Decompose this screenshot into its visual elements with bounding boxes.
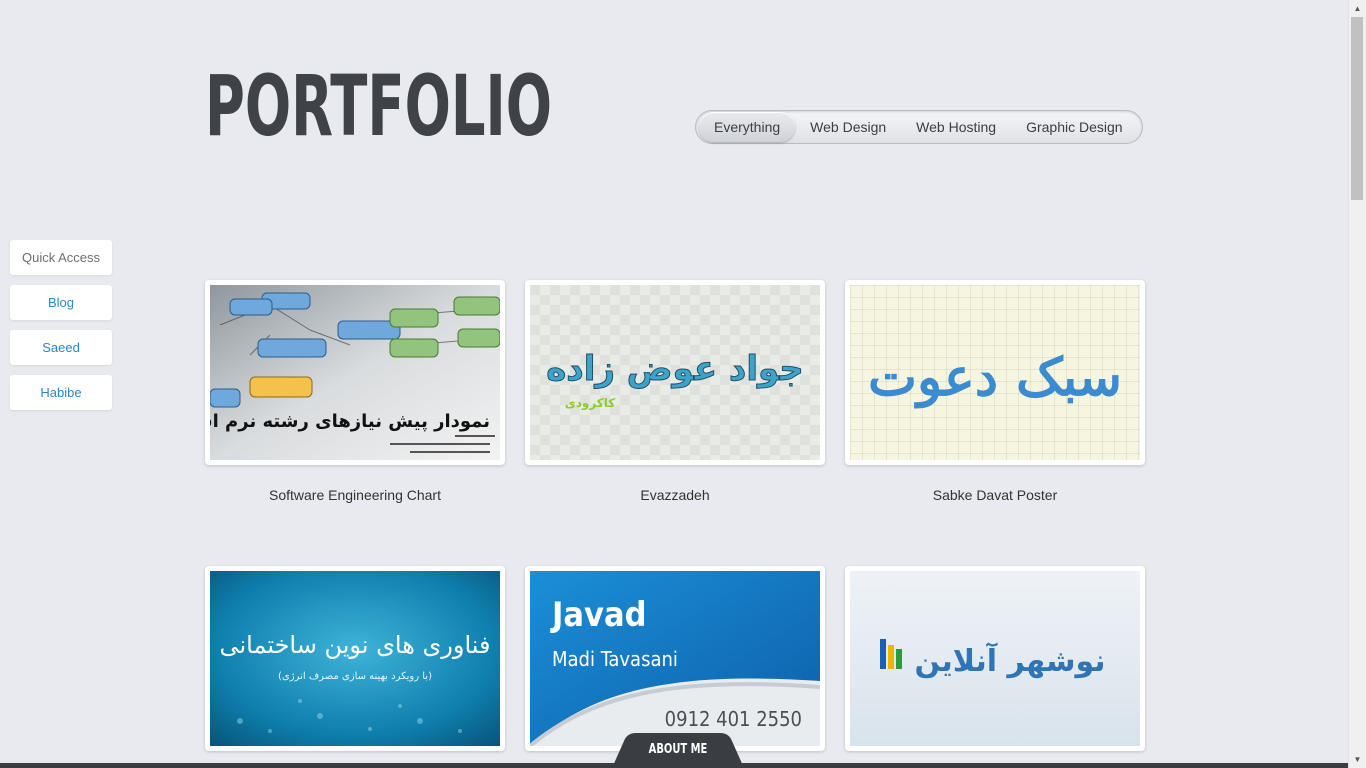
page-title: PORTFOLIO	[205, 57, 552, 155]
portfolio-caption: Sabke Davat Poster	[932, 487, 1058, 503]
portfolio-card-business-card[interactable]: Javad Madi Tavasani 0912 401 2550	[525, 566, 825, 751]
thumbnail-subtext: Madi Tavasani	[552, 647, 678, 671]
vertical-scrollbar[interactable]: ▲ ▼	[1348, 0, 1366, 768]
filter-graphic-design[interactable]: Graphic Design	[1011, 112, 1138, 142]
quick-access-header: Quick Access	[10, 240, 112, 275]
portfolio-thumbnail: جواد عوض زاده کاکرودی	[530, 285, 820, 460]
thumbnail-phone: 0912 401 2550	[665, 707, 802, 731]
portfolio-caption: Software Engineering Chart	[269, 487, 441, 503]
scroll-down-arrow-icon[interactable]: ▼	[1349, 751, 1366, 768]
nav-link-blog[interactable]: Blog	[10, 285, 112, 320]
filter-web-design[interactable]: Web Design	[795, 112, 901, 142]
thumbnail-subtext: (با رویکرد بهینه سازی مصرف انرژی)	[278, 671, 432, 682]
portfolio-card-software-engineering-chart[interactable]: نمودار پیش نیازهای رشته نرم افزار	[205, 280, 505, 465]
about-me-button[interactable]: ABOUT ME	[622, 740, 734, 760]
portfolio-caption: Evazzadeh	[640, 487, 710, 503]
thumbnail-text: Javad	[550, 595, 646, 635]
thumbnail-text: نوشهر آنلاین	[914, 642, 1105, 679]
filter-web-hosting[interactable]: Web Hosting	[901, 112, 1011, 142]
nav-link-saeed[interactable]: Saeed	[10, 330, 112, 365]
nav-link-habibe[interactable]: Habibe	[10, 375, 112, 410]
thumbnail-text: سبک دعوت	[868, 347, 1122, 409]
portfolio-card-sabke-davat-poster[interactable]: سبک دعوت	[845, 280, 1145, 465]
portfolio-card-nowshahr-online[interactable]: نوشهر آنلاین	[845, 566, 1145, 751]
thumbnail-subtext: کاکرودی	[565, 396, 616, 411]
portfolio-card-evazzadeh[interactable]: جواد عوض زاده کاکرودی	[525, 280, 825, 465]
thumbnail-text: جواد عوض زاده	[546, 349, 804, 389]
thumbnail-text: نمودار پیش نیازهای رشته نرم افزار	[210, 411, 490, 432]
quick-access-nav: Quick Access Blog Saeed Habibe	[10, 240, 112, 420]
portfolio-thumbnail: فناوری های نوین ساختمانی (با رویکرد بهین…	[210, 571, 500, 746]
filter-everything[interactable]: Everything	[699, 112, 796, 142]
portfolio-thumbnail: نوشهر آنلاین	[850, 571, 1140, 746]
scroll-thumb[interactable]	[1351, 17, 1363, 200]
filter-bar: Everything Web Design Web Hosting Graphi…	[695, 110, 1143, 144]
portfolio-thumbnail: Javad Madi Tavasani 0912 401 2550	[530, 571, 820, 746]
scroll-up-arrow-icon[interactable]: ▲	[1349, 0, 1366, 17]
portfolio-page: PORTFOLIO Everything Web Design Web Host…	[0, 0, 1366, 768]
portfolio-thumbnail: سبک دعوت	[850, 285, 1140, 460]
thumbnail-text: فناوری های نوین ساختمانی	[219, 631, 490, 659]
portfolio-card-building-technology[interactable]: فناوری های نوین ساختمانی (با رویکرد بهین…	[205, 566, 505, 751]
portfolio-thumbnail: نمودار پیش نیازهای رشته نرم افزار	[210, 285, 500, 460]
